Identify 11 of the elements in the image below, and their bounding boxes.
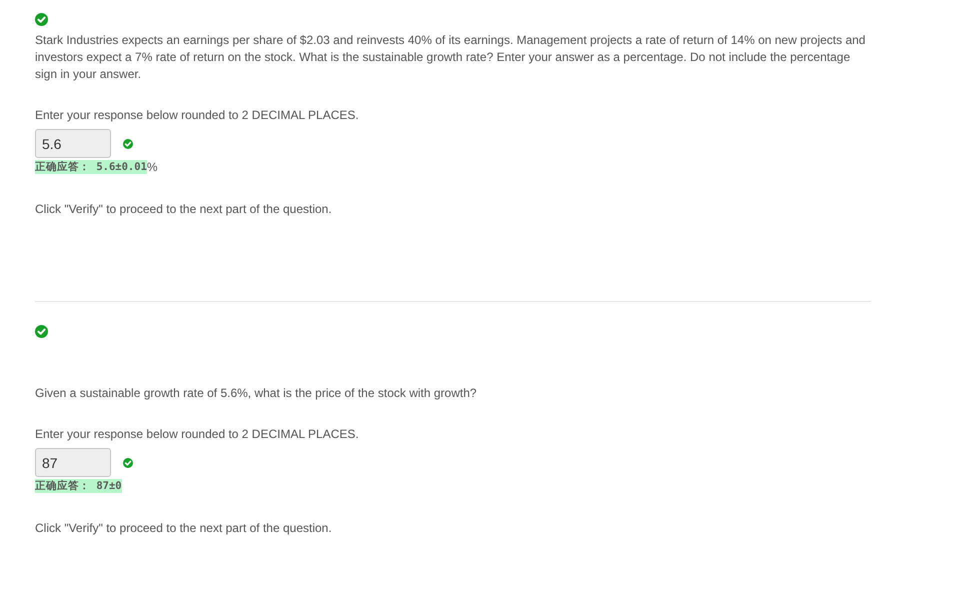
question-text: Given a sustainable growth rate of 5.6%, what is the price of the stock with growth? — [35, 385, 478, 402]
answer-field[interactable]: 5.6 — [35, 129, 111, 158]
instruction-text: Click "Verify" to proceed to the next part of the question. — [35, 201, 332, 218]
correct-answer: 正确应答： 87±0 — [35, 479, 122, 493]
instruction-text: Click "Verify" to proceed to the next part of the question. — [35, 520, 332, 537]
correct-answer: 正确应答： 5.6±0.01 — [35, 160, 147, 174]
unit-label: % — [146, 160, 158, 174]
answer-field[interactable]: 87 — [35, 448, 111, 477]
instruction-text: Enter your response below rounded to 2 DECIMAL PLACES. — [35, 426, 359, 443]
instruction-text: Enter your response below rounded to 2 DECIMAL PLACES. — [35, 107, 359, 124]
question-text: Stark Industries expects an earnings per share of $2.03 and reinvests 40% of its earnings. Management projects a rate of return of 14% on new projects and investors expect a 7% rate of return on the stock. What is the sustainable growth rate? Enter your answer as a percentage. Do not include the percentage sign in your answer. — [35, 32, 866, 83]
